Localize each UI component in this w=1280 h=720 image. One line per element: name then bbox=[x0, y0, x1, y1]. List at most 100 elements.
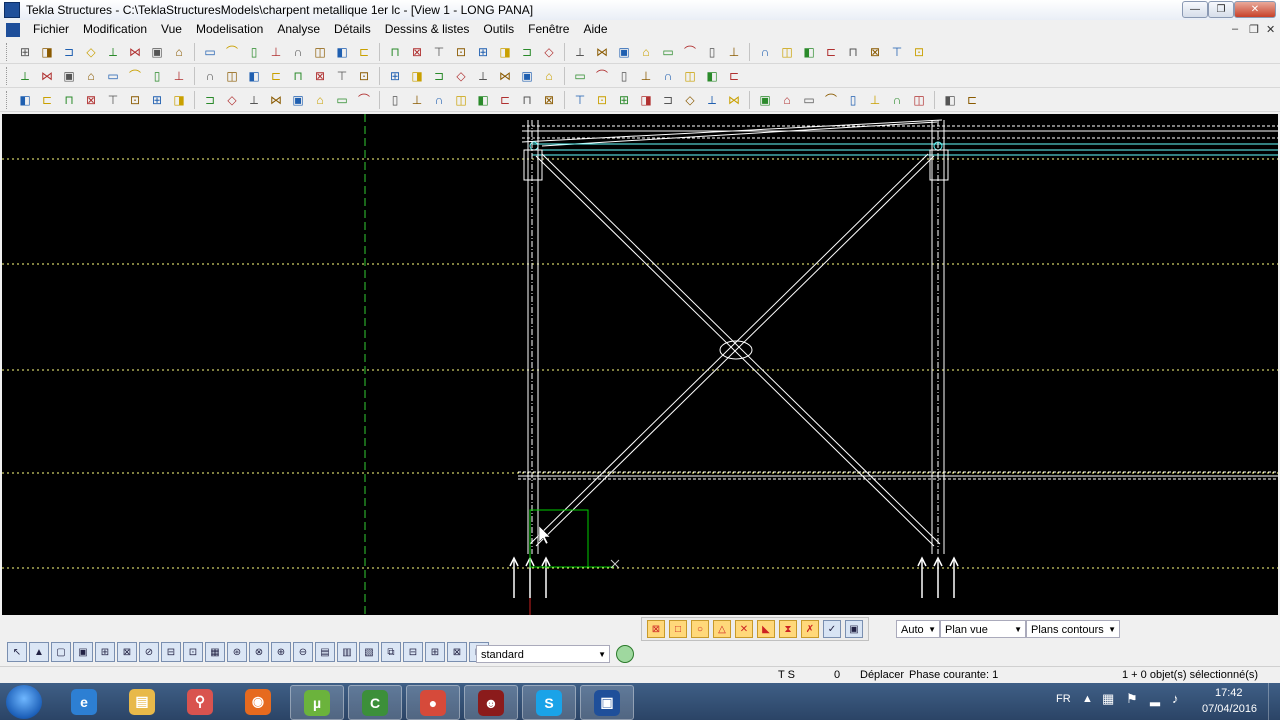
edit-tool-icon[interactable]: ∩ bbox=[659, 67, 677, 85]
edit-tool-icon[interactable]: ◧ bbox=[703, 67, 721, 85]
edit-tool-icon[interactable]: ▣ bbox=[60, 67, 78, 85]
select-switch-icon[interactable]: ⊕ bbox=[271, 642, 291, 662]
modeling-tool-icon[interactable]: ◧ bbox=[333, 43, 351, 61]
mdi-restore-button[interactable]: ❐ bbox=[1249, 23, 1259, 36]
modeling-tool-icon[interactable]: ⊏ bbox=[355, 43, 373, 61]
signal-icon[interactable]: ▂ bbox=[1150, 691, 1160, 707]
taskbar-camtasia[interactable]: C bbox=[348, 685, 402, 720]
modeling-tool-icon[interactable]: ⊤ bbox=[430, 43, 448, 61]
standard-tool-icon[interactable]: ◨ bbox=[637, 91, 655, 109]
snap-icon[interactable]: ✓ bbox=[823, 620, 841, 638]
edit-tool-icon[interactable]: ◫ bbox=[681, 67, 699, 85]
language-indicator[interactable]: FR bbox=[1056, 693, 1071, 705]
modeling-tool-icon[interactable]: ⊞ bbox=[16, 43, 34, 61]
standard-tool-icon[interactable]: ⊏ bbox=[963, 91, 981, 109]
edit-tool-icon[interactable]: ⊐ bbox=[430, 67, 448, 85]
standard-tool-icon[interactable]: ⊥ bbox=[408, 91, 426, 109]
edit-tool-icon[interactable]: ⟂ bbox=[474, 67, 492, 85]
select-switch-icon[interactable]: ⊞ bbox=[425, 642, 445, 662]
edit-tool-icon[interactable]: ◧ bbox=[245, 67, 263, 85]
menu-outils[interactable]: Outils bbox=[476, 20, 521, 39]
select-switch-icon[interactable]: ⊘ bbox=[139, 642, 159, 662]
modeling-tool-icon[interactable]: ⌂ bbox=[170, 43, 188, 61]
select-switch-icon[interactable]: ▦ bbox=[205, 642, 225, 662]
modeling-tool-icon[interactable]: ◨ bbox=[496, 43, 514, 61]
modeling-tool-icon[interactable]: ⊡ bbox=[452, 43, 470, 61]
model-view[interactable] bbox=[2, 114, 1278, 615]
select-switch-icon[interactable]: ⊟ bbox=[161, 642, 181, 662]
taskbar-firefox[interactable]: ◉ bbox=[232, 685, 284, 718]
select-switch-icon[interactable]: ▤ bbox=[315, 642, 335, 662]
standard-tool-icon[interactable]: ⊡ bbox=[593, 91, 611, 109]
edit-tool-icon[interactable]: ∩ bbox=[201, 67, 219, 85]
menu-fichier[interactable]: Fichier bbox=[26, 20, 76, 39]
standard-tool-icon[interactable]: ∩ bbox=[430, 91, 448, 109]
modeling-tool-icon[interactable]: ▭ bbox=[201, 43, 219, 61]
standard-tool-icon[interactable]: ∩ bbox=[888, 91, 906, 109]
snap-icon[interactable]: ✕ bbox=[735, 620, 753, 638]
clock-date[interactable]: 07/04/2016 bbox=[1202, 703, 1257, 715]
select-switch-icon[interactable]: ▥ bbox=[337, 642, 357, 662]
modeling-tool-icon[interactable]: ⊠ bbox=[866, 43, 884, 61]
menu-fenetre[interactable]: Fenêtre bbox=[521, 20, 576, 39]
document-icon[interactable] bbox=[6, 22, 20, 37]
modeling-tool-icon[interactable]: ▣ bbox=[148, 43, 166, 61]
select-filter-icon[interactable] bbox=[616, 645, 634, 663]
select-switch-icon[interactable]: ⊟ bbox=[403, 642, 423, 662]
snap-icon[interactable]: ◣ bbox=[757, 620, 775, 638]
standard-tool-icon[interactable]: ⊞ bbox=[148, 91, 166, 109]
standard-tool-icon[interactable]: ⊥ bbox=[866, 91, 884, 109]
standard-tool-icon[interactable]: ◇ bbox=[223, 91, 241, 109]
select-switch-icon[interactable]: ⊠ bbox=[447, 642, 467, 662]
edit-tool-icon[interactable]: ▯ bbox=[148, 67, 166, 85]
network-icon[interactable]: ▦ bbox=[1102, 691, 1114, 707]
modeling-tool-icon[interactable]: ⌒ bbox=[223, 43, 241, 61]
modeling-tool-icon[interactable]: ⊓ bbox=[844, 43, 862, 61]
standard-tool-icon[interactable]: ⌒ bbox=[355, 91, 373, 109]
menu-dessins-listes[interactable]: Dessins & listes bbox=[378, 20, 477, 39]
taskbar-file-explorer[interactable]: ▤ bbox=[116, 685, 168, 718]
toolbar-grip[interactable] bbox=[6, 66, 10, 85]
edit-tool-icon[interactable]: ⊏ bbox=[725, 67, 743, 85]
standard-tool-icon[interactable]: ⊠ bbox=[540, 91, 558, 109]
edit-tool-icon[interactable]: ⌒ bbox=[126, 67, 144, 85]
edit-tool-icon[interactable]: ⌒ bbox=[593, 67, 611, 85]
select-switch-icon[interactable]: ⧉ bbox=[381, 642, 401, 662]
clock-time[interactable]: 17:42 bbox=[1215, 687, 1243, 699]
edit-tool-icon[interactable]: ⟂ bbox=[16, 67, 34, 85]
standard-tool-icon[interactable]: ▣ bbox=[289, 91, 307, 109]
minimize-button[interactable]: — bbox=[1182, 1, 1208, 18]
tray-expand-icon[interactable]: ▲ bbox=[1082, 693, 1093, 705]
auto-combo[interactable]: Auto ▼ bbox=[896, 620, 940, 638]
mdi-close-button[interactable]: ✕ bbox=[1266, 23, 1275, 36]
modeling-tool-icon[interactable]: ◨ bbox=[38, 43, 56, 61]
edit-tool-icon[interactable]: ▭ bbox=[104, 67, 122, 85]
select-switch-icon[interactable]: ⊡ bbox=[183, 642, 203, 662]
standard-tool-icon[interactable]: ⌂ bbox=[778, 91, 796, 109]
modeling-tool-icon[interactable]: ⊐ bbox=[518, 43, 536, 61]
modeling-tool-icon[interactable]: ◧ bbox=[800, 43, 818, 61]
model-canvas[interactable] bbox=[2, 114, 1278, 615]
show-desktop-button[interactable] bbox=[1268, 683, 1280, 720]
edit-tool-icon[interactable]: ⊤ bbox=[333, 67, 351, 85]
standard-tool-icon[interactable]: ⊓ bbox=[60, 91, 78, 109]
standard-tool-icon[interactable]: ▯ bbox=[844, 91, 862, 109]
edit-tool-icon[interactable]: ⊠ bbox=[311, 67, 329, 85]
plan-vue-combo[interactable]: Plan vue ▼ bbox=[940, 620, 1026, 638]
select-switch-icon[interactable]: ▲ bbox=[29, 642, 49, 662]
standard-tool-icon[interactable]: ◧ bbox=[474, 91, 492, 109]
modeling-tool-icon[interactable]: ▯ bbox=[703, 43, 721, 61]
maximize-button[interactable]: ❐ bbox=[1208, 1, 1234, 18]
standard-tool-icon[interactable]: ◧ bbox=[16, 91, 34, 109]
menu-modification[interactable]: Modification bbox=[76, 20, 154, 39]
standard-tool-icon[interactable]: ◇ bbox=[681, 91, 699, 109]
select-switch-icon[interactable]: ⊖ bbox=[293, 642, 313, 662]
taskbar-chrome[interactable]: ● bbox=[406, 685, 460, 720]
modeling-tool-icon[interactable]: ∩ bbox=[756, 43, 774, 61]
taskbar-skype[interactable]: S bbox=[522, 685, 576, 720]
modeling-tool-icon[interactable]: ◇ bbox=[82, 43, 100, 61]
standard-tool-icon[interactable]: ▭ bbox=[333, 91, 351, 109]
action-center-icon[interactable]: ⚑ bbox=[1126, 691, 1138, 707]
edit-tool-icon[interactable]: ◫ bbox=[223, 67, 241, 85]
modeling-tool-icon[interactable]: ⋈ bbox=[593, 43, 611, 61]
